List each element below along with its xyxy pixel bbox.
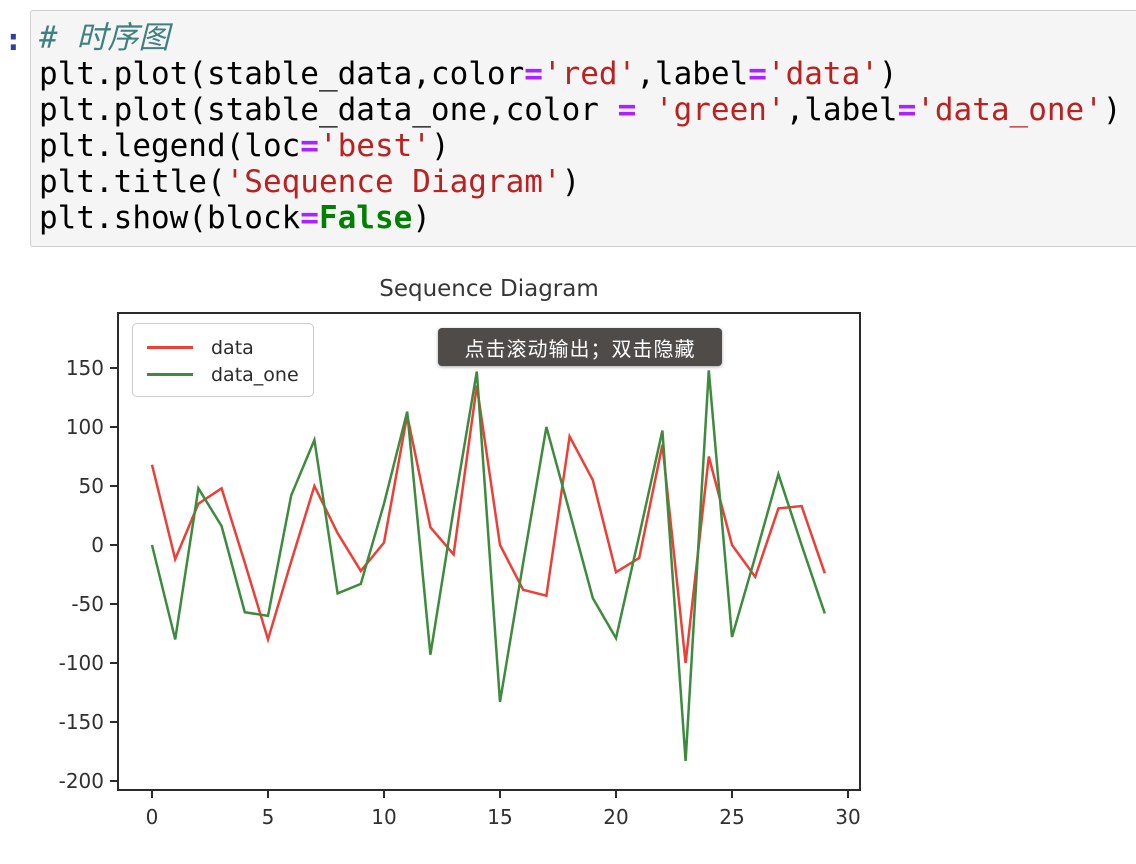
code-token-str: 'data_one': [916, 92, 1103, 128]
code-token-op: =: [524, 56, 543, 92]
code-line[interactable]: plt.title('Sequence Diagram'): [39, 164, 1136, 200]
code-token-txt: ): [1102, 92, 1122, 128]
code-token-str: 'Sequence Diagram': [225, 164, 562, 200]
code-token-op: =: [748, 56, 767, 92]
code-token-op: =: [617, 92, 637, 128]
code-token-str: 'best': [318, 128, 431, 164]
x-tick-label: 25: [719, 805, 744, 829]
code-token-str: 'red': [542, 56, 637, 92]
x-tick-label: 10: [371, 805, 396, 829]
code-token-str: 'green': [654, 92, 786, 128]
cell-prompt-colon: :: [4, 22, 23, 58]
series-line-data_one: [150, 370, 826, 762]
code-token-txt: plt.legend(loc: [39, 128, 301, 164]
output-area[interactable]: 150 100 50 0 -50 -100 -150 -200 0 5 10 15 20 25 30 Seq…: [0, 247, 1136, 864]
code-line[interactable]: plt.legend(loc='best'): [39, 128, 1136, 164]
legend-row: data: [147, 334, 313, 361]
legend-label: data_one: [211, 363, 299, 386]
code-token-txt: ,label: [785, 92, 898, 128]
y-tick-label: 100: [66, 415, 104, 439]
code-line[interactable]: # 时序图: [39, 20, 1136, 56]
y-tick-label: 150: [66, 356, 104, 380]
code-token-com: # 时序图: [39, 20, 170, 56]
code-token-txt: ,label: [636, 56, 749, 92]
legend-row: data_one: [147, 361, 313, 388]
code-token-txt: ): [561, 164, 581, 200]
y-tick-label: 0: [91, 533, 104, 557]
code-token-txt: ): [878, 56, 898, 92]
x-tick-label: 5: [262, 805, 275, 829]
legend-swatch-green: [147, 373, 193, 376]
code-cell[interactable]: # 时序图 plt.plot(stable_data,color='red',la…: [30, 10, 1136, 247]
y-tick-label: -100: [59, 651, 104, 675]
code-token-op: =: [300, 128, 319, 164]
code-token-str: 'data': [766, 56, 879, 92]
code-token-txt: ): [412, 200, 431, 236]
legend-swatch-red: [147, 346, 193, 349]
x-tick-label: 30: [835, 805, 860, 829]
y-tick-label: 50: [79, 474, 104, 498]
legend: data data_one: [132, 323, 314, 397]
output-hover-tooltip: 点击滚动输出；双击隐藏: [438, 328, 722, 366]
code-token-op: =: [300, 200, 319, 236]
code-token-txt: plt.plot(stable_data_one,color: [39, 92, 618, 128]
code-token-txt: plt.show(block: [39, 200, 301, 236]
chart-title: Sequence Diagram: [379, 276, 599, 302]
code-token-op: =: [897, 92, 917, 128]
y-tick-label: -50: [71, 592, 104, 616]
x-tick-label: 20: [603, 805, 628, 829]
y-tick-label: -150: [59, 710, 104, 734]
code-token-kw: False: [318, 200, 413, 236]
code-editor[interactable]: # 时序图 plt.plot(stable_data,color='red',la…: [31, 11, 1136, 236]
code-token-txt: ): [430, 128, 450, 164]
x-tick-label: 15: [487, 805, 512, 829]
legend-label: data: [211, 336, 254, 359]
y-tick-label: -200: [59, 769, 104, 793]
code-line[interactable]: plt.show(block=False): [39, 200, 1136, 236]
code-line[interactable]: plt.plot(stable_data,color='red',label='…: [39, 56, 1136, 92]
code-line[interactable]: plt.plot(stable_data_one,color = 'green'…: [39, 92, 1136, 128]
x-tick-label: 0: [146, 805, 159, 829]
code-token-txt: plt.plot(stable_data,color: [39, 56, 525, 92]
code-token-txt: plt.title(: [39, 164, 226, 200]
